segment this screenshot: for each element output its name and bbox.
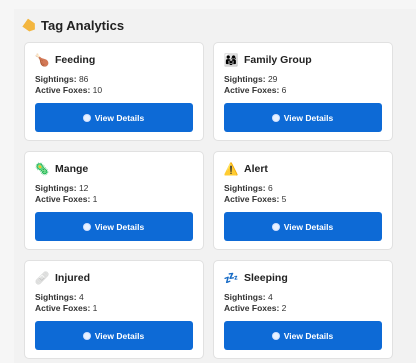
view-details-label: View Details — [94, 112, 145, 123]
view-icon — [83, 332, 90, 339]
drumstick-icon: 🍗 — [34, 53, 50, 67]
tag-card-sleeping: 💤 Sleeping Sightings: 4 Active Foxes: 2 … — [213, 260, 393, 359]
view-details-button[interactable]: View Details — [224, 212, 382, 241]
sightings-stat: Sightings: 12 — [35, 183, 193, 194]
active-foxes-stat: Active Foxes: 5 — [224, 194, 382, 205]
card-stats: Sightings: 29 Active Foxes: 6 — [224, 74, 382, 96]
view-details-label: View Details — [94, 330, 145, 341]
tag-name: Family Group — [244, 54, 312, 66]
view-icon — [272, 223, 279, 230]
active-foxes-label: Active Foxes: — [35, 194, 91, 204]
active-foxes-value: 1 — [92, 194, 98, 204]
sightings-value: 86 — [78, 74, 89, 84]
tag-icon — [22, 18, 38, 33]
view-icon — [272, 114, 279, 121]
view-details-button[interactable]: View Details — [35, 321, 193, 350]
active-foxes-stat: Active Foxes: 2 — [224, 303, 382, 314]
active-foxes-stat: Active Foxes: 10 — [35, 85, 193, 96]
active-foxes-stat: Active Foxes: 1 — [35, 194, 193, 205]
view-icon — [272, 332, 279, 339]
sightings-label: Sightings: — [35, 292, 77, 302]
active-foxes-value: 1 — [92, 303, 98, 313]
view-icon — [83, 223, 90, 230]
active-foxes-value: 10 — [92, 85, 103, 95]
card-header: 💤 Sleeping — [224, 270, 382, 286]
sightings-stat: Sightings: 86 — [35, 74, 193, 85]
view-details-label: View Details — [283, 112, 334, 123]
tag-name: Feeding — [55, 54, 96, 66]
view-icon — [83, 114, 90, 121]
tag-grid: 🍗 Feeding Sightings: 86 Active Foxes: 10… — [24, 42, 393, 359]
active-foxes-label: Active Foxes: — [224, 194, 280, 204]
section-title-text: Tag Analytics — [41, 18, 125, 33]
card-stats: Sightings: 6 Active Foxes: 5 — [224, 183, 382, 205]
sleep-icon: 💤 — [223, 271, 239, 285]
card-stats: Sightings: 4 Active Foxes: 1 — [35, 292, 193, 314]
tag-name: Alert — [244, 163, 268, 175]
sightings-value: 29 — [267, 74, 278, 84]
bandage-icon: 🩹 — [34, 271, 50, 285]
sightings-label: Sightings: — [35, 74, 77, 84]
warning-icon: ⚠️ — [223, 162, 239, 176]
sightings-label: Sightings: — [224, 74, 266, 84]
tag-name: Mange — [55, 163, 89, 175]
tag-name: Sleeping — [244, 272, 288, 284]
card-header: ⚠️ Alert — [224, 161, 382, 177]
section-title: Tag Analytics — [24, 18, 124, 33]
tag-card-injured: 🩹 Injured Sightings: 4 Active Foxes: 1 V… — [24, 260, 204, 359]
family-icon: 👨‍👩‍👧 — [223, 53, 239, 67]
sightings-label: Sightings: — [35, 183, 77, 193]
view-details-label: View Details — [283, 221, 334, 232]
active-foxes-stat: Active Foxes: 1 — [35, 303, 193, 314]
active-foxes-label: Active Foxes: — [224, 85, 280, 95]
tag-card-alert: ⚠️ Alert Sightings: 6 Active Foxes: 5 Vi… — [213, 151, 393, 250]
sightings-stat: Sightings: 6 — [224, 183, 382, 194]
card-stats: Sightings: 86 Active Foxes: 10 — [35, 74, 193, 96]
view-details-label: View Details — [94, 221, 145, 232]
card-header: 🍗 Feeding — [35, 52, 193, 68]
tag-card-mange: 🦠 Mange Sightings: 12 Active Foxes: 1 Vi… — [24, 151, 204, 250]
sightings-stat: Sightings: 4 — [224, 292, 382, 303]
card-stats: Sightings: 12 Active Foxes: 1 — [35, 183, 193, 205]
sightings-label: Sightings: — [224, 292, 266, 302]
active-foxes-value: 6 — [281, 85, 287, 95]
active-foxes-value: 5 — [281, 194, 287, 204]
sightings-stat: Sightings: 4 — [35, 292, 193, 303]
card-header: 🦠 Mange — [35, 161, 193, 177]
view-details-label: View Details — [283, 330, 334, 341]
card-header: 🩹 Injured — [35, 270, 193, 286]
active-foxes-value: 2 — [281, 303, 287, 313]
tag-name: Injured — [55, 272, 91, 284]
active-foxes-label: Active Foxes: — [35, 85, 91, 95]
sightings-value: 4 — [78, 292, 84, 302]
active-foxes-label: Active Foxes: — [35, 303, 91, 313]
active-foxes-stat: Active Foxes: 6 — [224, 85, 382, 96]
sightings-value: 6 — [267, 183, 273, 193]
sightings-value: 12 — [78, 183, 89, 193]
card-header: 👨‍👩‍👧 Family Group — [224, 52, 382, 68]
card-stats: Sightings: 4 Active Foxes: 2 — [224, 292, 382, 314]
sightings-label: Sightings: — [224, 183, 266, 193]
view-details-button[interactable]: View Details — [224, 321, 382, 350]
tag-card-feeding: 🍗 Feeding Sightings: 86 Active Foxes: 10… — [24, 42, 204, 141]
active-foxes-label: Active Foxes: — [224, 303, 280, 313]
tag-card-family-group: 👨‍👩‍👧 Family Group Sightings: 29 Active … — [213, 42, 393, 141]
view-details-button[interactable]: View Details — [35, 212, 193, 241]
microbe-icon: 🦠 — [34, 162, 50, 176]
sightings-stat: Sightings: 29 — [224, 74, 382, 85]
view-details-button[interactable]: View Details — [35, 103, 193, 132]
sightings-value: 4 — [267, 292, 273, 302]
view-details-button[interactable]: View Details — [224, 103, 382, 132]
